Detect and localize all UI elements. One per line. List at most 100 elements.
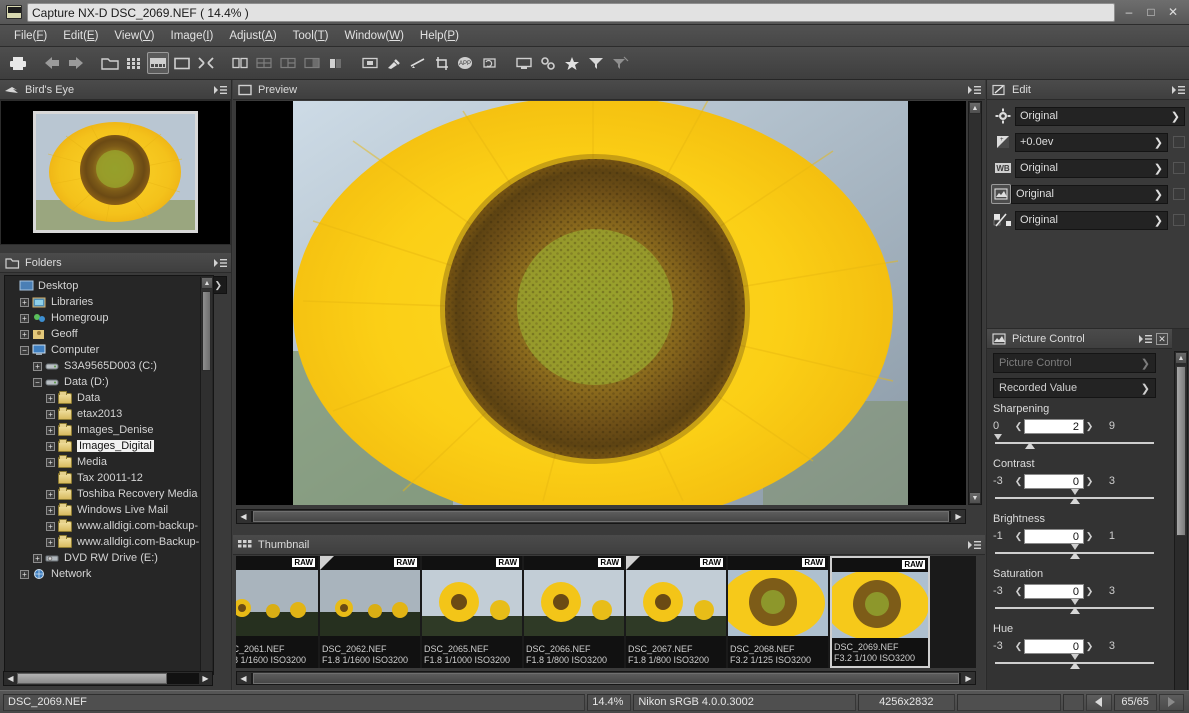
menu-edit[interactable]: Edit(E) <box>55 28 106 44</box>
slider-value[interactable]: 0 <box>1024 528 1084 544</box>
slider-knob[interactable] <box>1069 660 1081 669</box>
menu-adjust[interactable]: Adjust(A) <box>221 28 284 44</box>
slider-increment-icon[interactable]: ❯ <box>1084 586 1095 597</box>
scroll-up-icon[interactable]: ▲ <box>969 102 981 114</box>
panel-menu-icon[interactable] <box>213 257 227 269</box>
tree-expander[interactable]: + <box>20 569 29 579</box>
folder-tree-row[interactable]: − Data (D:) <box>7 374 197 390</box>
preview-hscroll-thumb[interactable] <box>253 511 949 522</box>
two-up-compare-icon[interactable] <box>229 52 251 74</box>
slider-increment-icon[interactable]: ❯ <box>1084 641 1095 652</box>
picture-control-scrollbar[interactable]: ▲ ▼ <box>1174 351 1188 713</box>
exposure-combo[interactable]: +0.0ev ❯ <box>1015 132 1168 152</box>
panel-menu-icon[interactable] <box>1138 333 1152 345</box>
back-arrow-icon[interactable] <box>41 52 63 74</box>
slider-decrement-icon[interactable]: ❮ <box>1013 476 1024 487</box>
straighten-icon[interactable] <box>407 52 429 74</box>
folder-tree-row[interactable]: + Homegroup <box>7 310 197 326</box>
folder-tree-row[interactable]: + Images_Digital <box>7 438 197 454</box>
folder-tree-row[interactable]: + etax2013 <box>7 406 197 422</box>
slider-value[interactable]: 0 <box>1024 638 1084 654</box>
tone-curve-icon[interactable] <box>991 211 1015 229</box>
minimize-button[interactable]: – <box>1121 4 1137 20</box>
star-rating-icon[interactable] <box>561 52 583 74</box>
menu-tool[interactable]: Tool(T) <box>285 28 337 44</box>
folder-tree-row[interactable]: + S3A9565D003 (C:) <box>7 358 197 374</box>
slider-increment-icon[interactable]: ❯ <box>1084 531 1095 542</box>
preview-image-area[interactable] <box>236 101 966 505</box>
app-icon[interactable]: APP <box>455 52 477 74</box>
scroll-right-icon[interactable]: ▶ <box>962 672 975 685</box>
menu-view[interactable]: View(V) <box>106 28 162 44</box>
menu-help[interactable]: Help(P) <box>412 28 467 44</box>
folder-tree-row[interactable]: − Computer <box>7 342 197 358</box>
crop-icon[interactable] <box>431 52 453 74</box>
menu-file[interactable]: File(F) <box>6 28 55 44</box>
recorded-value-combo[interactable]: Recorded Value ❯ <box>993 378 1156 398</box>
folder-tree-row[interactable]: + Images_Denise <box>7 422 197 438</box>
next-arrow-icon[interactable] <box>1158 693 1185 711</box>
slider-track[interactable] <box>995 599 1154 616</box>
four-up-grid-icon[interactable] <box>253 52 275 74</box>
folder-tree-row[interactable]: + Libraries <box>7 294 197 310</box>
single-image-view-icon[interactable] <box>171 52 193 74</box>
scroll-down-icon[interactable]: ▼ <box>969 492 981 504</box>
preview-vertical-scrollbar[interactable]: ▲ ▼ <box>968 101 982 505</box>
menu-window[interactable]: Window(W) <box>336 28 411 44</box>
tone-curve-checkbox[interactable] <box>1173 214 1185 226</box>
gear-icon[interactable] <box>991 107 1015 125</box>
tree-expander[interactable]: − <box>20 345 29 355</box>
slider-increment-icon[interactable]: ❯ <box>1084 476 1095 487</box>
split-compare-icon[interactable] <box>301 52 323 74</box>
pc-scrollbar-thumb[interactable] <box>1176 366 1186 536</box>
fit-to-screen-icon[interactable] <box>359 52 381 74</box>
slider-track[interactable] <box>994 434 1154 451</box>
folder-tree-hscrollbar[interactable]: ◀ ▶ <box>3 671 213 686</box>
white-balance-combo[interactable]: Original ❯ <box>1015 158 1168 178</box>
prev-arrow-icon[interactable] <box>1086 693 1112 711</box>
tree-expander[interactable]: + <box>46 425 55 435</box>
picture-control-checkbox[interactable] <box>1173 188 1185 200</box>
picture-control-mode-combo[interactable]: Picture Control ❯ <box>993 353 1156 373</box>
white-balance-checkbox[interactable] <box>1173 162 1185 174</box>
close-icon[interactable]: ✕ <box>1156 332 1168 345</box>
settings-gear-icon[interactable] <box>537 52 559 74</box>
folder-tree-row[interactable]: + Windows Live Mail <box>7 502 197 518</box>
folder-tree[interactable]: Desktop + Libraries + Homegroup + Geoff − Comput… <box>4 275 214 675</box>
filmstrip-view-icon[interactable] <box>147 52 169 74</box>
panel-menu-icon[interactable] <box>213 84 227 96</box>
slider-track[interactable] <box>995 654 1154 671</box>
slider-knob[interactable] <box>1069 550 1081 559</box>
grid-view-icon[interactable] <box>123 52 145 74</box>
white-balance-icon[interactable]: WB <box>991 159 1015 177</box>
tree-expander[interactable]: + <box>20 329 29 339</box>
slider-decrement-icon[interactable]: ❮ <box>1013 586 1024 597</box>
exposure-checkbox[interactable] <box>1173 136 1185 148</box>
folder-tree-row[interactable]: + Data <box>7 390 197 406</box>
preview-hscroll-track[interactable] <box>251 511 951 522</box>
fullscreen-icon[interactable] <box>195 52 217 74</box>
folder-tree-row[interactable]: + Toshiba Recovery Media <box>7 486 197 502</box>
maximize-button[interactable]: □ <box>1143 4 1159 20</box>
before-after-icon[interactable] <box>325 52 347 74</box>
slider-value[interactable]: 2 <box>1024 418 1084 434</box>
folder-tree-row[interactable]: Desktop <box>7 278 197 294</box>
scroll-left-icon[interactable]: ◀ <box>237 672 250 685</box>
scroll-up-icon[interactable]: ▲ <box>1175 352 1187 364</box>
settings-combo[interactable]: Original ❯ <box>1015 106 1185 126</box>
tone-curve-combo[interactable]: Original ❯ <box>1015 210 1168 230</box>
slider-value[interactable]: 0 <box>1024 583 1084 599</box>
scrollbar-thumb[interactable] <box>202 291 211 371</box>
tree-expander[interactable]: + <box>46 393 55 403</box>
thumbnail-strip[interactable]: RAW...EFISO3200RAWDSC_2061.NEFF1.8 1/160… <box>236 556 976 668</box>
thumb-hscroll-track[interactable] <box>251 672 961 684</box>
folder-tree-row[interactable]: + Network <box>7 566 197 582</box>
rotate-icon[interactable] <box>479 52 501 74</box>
eyedropper-icon[interactable] <box>383 52 405 74</box>
tree-expander[interactable]: + <box>46 537 55 547</box>
slider-decrement-icon[interactable]: ❮ <box>1013 641 1024 652</box>
scroll-left-icon[interactable]: ◀ <box>237 510 250 523</box>
thumbnail-item-selected[interactable]: RAW DSC_2069.NEF F3.2 1/100 ISO3200 <box>830 556 930 668</box>
slider-knob[interactable] <box>1069 495 1081 504</box>
tree-expander[interactable]: + <box>33 361 42 371</box>
